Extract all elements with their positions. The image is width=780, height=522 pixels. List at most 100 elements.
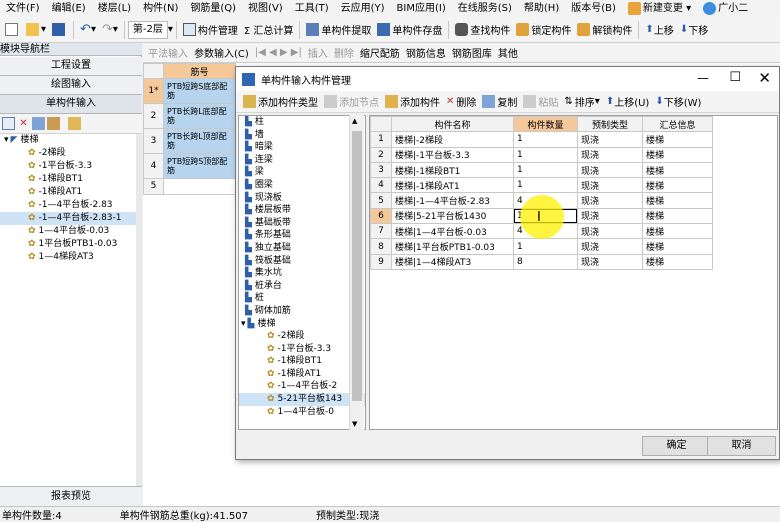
tree-node[interactable]: ✿ -1—4平台板-2 [239,380,365,393]
summary-cell[interactable]: 楼梯 [642,161,713,179]
tree-node[interactable]: ✿ 1平台板PTB1-0.03 [0,238,136,251]
menu-version[interactable]: 版本号(B) [565,0,622,17]
component-name-cell[interactable]: 楼梯|1—4平台板-0.03 [391,223,514,240]
prefab-type-cell[interactable]: 现浇 [577,238,643,255]
quantity-cell[interactable]: 1 [513,131,578,148]
insert-button[interactable]: 插入 [305,45,331,60]
table-row[interactable]: 4 PTB短跨S顶部配筋 [143,153,236,180]
table-row[interactable]: 1* PTB短跨S底部配筋 [143,78,236,105]
tree-node[interactable]: ▙ 连梁 [239,154,365,167]
save-button[interactable] [49,20,70,40]
nav-drawing-input[interactable]: 绘图输入 [0,76,142,95]
summary-cell[interactable]: 楼梯 [642,192,713,209]
component-name-cell[interactable]: 楼梯|5-21平台板1430 [391,207,514,225]
tree-node[interactable]: ▙ 墙 [239,129,365,142]
tree-node[interactable]: ✿ -1梯段AT1 [239,368,365,381]
scroll-thumb[interactable] [352,131,362,401]
delete-button[interactable]: ✕ 删除 [443,94,479,109]
quantity-cell[interactable]: 8 [513,253,578,270]
table-row[interactable]: 2 楼梯|-1平台板-3.3 1 现浇 楼梯 [370,146,713,163]
tree-node[interactable]: ✿ -1梯段AT1 [0,186,136,199]
prefab-type-cell[interactable]: 现浇 [577,131,643,148]
dialog-move-up-button[interactable]: ⬆ 上移(U) [603,94,653,109]
tree-node[interactable]: ✿ 1—4梯段AT3 [0,251,136,264]
menu-cloud[interactable]: 云应用(Y) [335,0,391,17]
ok-button[interactable]: 确定 [642,436,711,456]
other-button[interactable]: 其他 [495,45,521,60]
nav-single-component-input[interactable]: 单构件输入 [0,95,142,114]
col-summary[interactable]: 汇总信息 [642,116,713,133]
tree-node[interactable]: ✿ -1—4平台板-2.83 [0,199,136,212]
menu-bim[interactable]: BIM应用(I) [391,0,452,17]
nav-project-settings[interactable]: 工程设置 [0,57,142,76]
undo-button[interactable]: ↶ ▾ [77,20,99,40]
component-name-cell[interactable]: 楼梯|-2梯段 [391,131,514,148]
tree-node[interactable]: ▾ ▙ 楼梯 [239,318,365,331]
component-name-cell[interactable]: 楼梯|-1梯段AT1 [391,177,514,194]
table-row[interactable]: 5 [143,178,236,195]
add-type-button[interactable]: 添加构件类型 [240,94,321,109]
tree-node[interactable]: ✿ -1—4平台板-2.83-1 [0,212,136,225]
param-input-button[interactable]: 参数输入(C) [191,45,252,60]
rebar-info-button[interactable]: 钢筋信息 [403,45,449,60]
prefab-type-cell[interactable]: 现浇 [577,146,643,163]
tree-scrollbar[interactable]: ▲ ▼ [349,115,364,430]
summary-cell[interactable]: 楼梯 [642,146,713,163]
tree-node[interactable]: ▙ 基础板带 [239,217,365,230]
col-quantity[interactable]: 构件数量 [513,116,578,133]
table-row[interactable]: 8 楼梯|1平台板PTB1-0.03 1 现浇 楼梯 [370,238,713,255]
clipboard-icon[interactable] [68,117,81,130]
summary-cell[interactable]: 楼梯 [642,207,713,225]
tree-node[interactable]: ✿ 1—4平台板-0.03 [0,225,136,238]
tree-node[interactable]: ✿ 1—4平台板-0 [239,406,365,419]
tree-node[interactable]: ✿ -1平台板-3.3 [239,343,365,356]
component-name-cell[interactable]: 楼梯|1平台板PTB1-0.03 [391,238,514,255]
tree-node[interactable]: ✿ -1梯段BT1 [0,173,136,186]
lock-button[interactable]: 锁定构件 [513,20,574,40]
tree-node[interactable]: ▙ 条形基础 [239,229,365,242]
prefab-type-cell[interactable]: 现浇 [577,161,643,179]
quantity-cell[interactable]: 1 [513,161,578,179]
tree-node[interactable]: ✿ -1梯段BT1 [239,355,365,368]
quantity-cell[interactable]: 1 [513,146,578,163]
tree-node[interactable]: ▙ 圈梁 [239,179,365,192]
expand-icon[interactable]: ▾ [4,134,9,147]
add-component-button[interactable]: 添加构件 [382,94,443,109]
component-name-cell[interactable]: 楼梯|-1—4平台板-2.83 [391,192,514,209]
tree-node[interactable]: ▙ 桩 [239,292,365,305]
quantity-cell[interactable]: 1 [513,238,578,255]
prefab-type-cell[interactable]: 现浇 [577,192,643,209]
tree-node[interactable]: ✿ -1平台板-3.3 [0,160,136,173]
menu-floor[interactable]: 楼层(L) [92,0,137,17]
menu-edit[interactable]: 编辑(E) [46,0,92,17]
quantity-cell[interactable]: 1 [513,177,578,194]
tree-node[interactable]: ▙ 桩承台 [239,280,365,293]
find-button[interactable]: 查找构件 [452,20,513,40]
minimize-button[interactable]: — [697,71,709,85]
copy-icon[interactable] [32,117,45,130]
left-scrollbar[interactable] [136,134,142,520]
tree-node[interactable]: ▙ 集水坑 [239,267,365,280]
menu-assistant[interactable]: 广小二 [697,0,754,17]
redo-button[interactable]: ↷ ▾ [99,20,121,40]
unlock-button[interactable]: 解锁构件 [574,20,635,40]
store-button[interactable]: 单构件存盘 [374,20,445,40]
open-button[interactable]: ▾ [23,20,49,40]
menu-file[interactable]: 文件(F) [0,0,46,17]
col-name[interactable]: 构件名称 [391,116,514,133]
menu-help[interactable]: 帮助(H) [518,0,565,17]
flat-input-button[interactable]: 平法输入 [145,45,191,60]
rebar-name-cell[interactable]: PTB短跨S底部配筋 [163,78,236,105]
tree-node[interactable]: ▙ 筏板基础 [239,255,365,268]
menu-view[interactable]: 视图(V) [242,0,289,17]
prefab-type-cell[interactable]: 现浇 [577,177,643,194]
summary-cell[interactable]: 楼梯 [642,253,713,270]
sort-button[interactable]: ⇅ 排序 ▾ [561,94,602,109]
tree-node[interactable]: ▙ 柱 [239,116,365,129]
scroll-up-icon[interactable]: ▲ [352,117,357,125]
rebar-name-cell[interactable]: PTB长跨L底部配筋 [163,103,236,130]
menu-rebar[interactable]: 钢筋量(Q) [184,0,242,17]
close-button[interactable]: ✕ [758,69,771,87]
component-name-cell[interactable]: 楼梯|1—4梯段AT3 [391,253,514,270]
cancel-button[interactable]: 取消 [707,436,776,456]
